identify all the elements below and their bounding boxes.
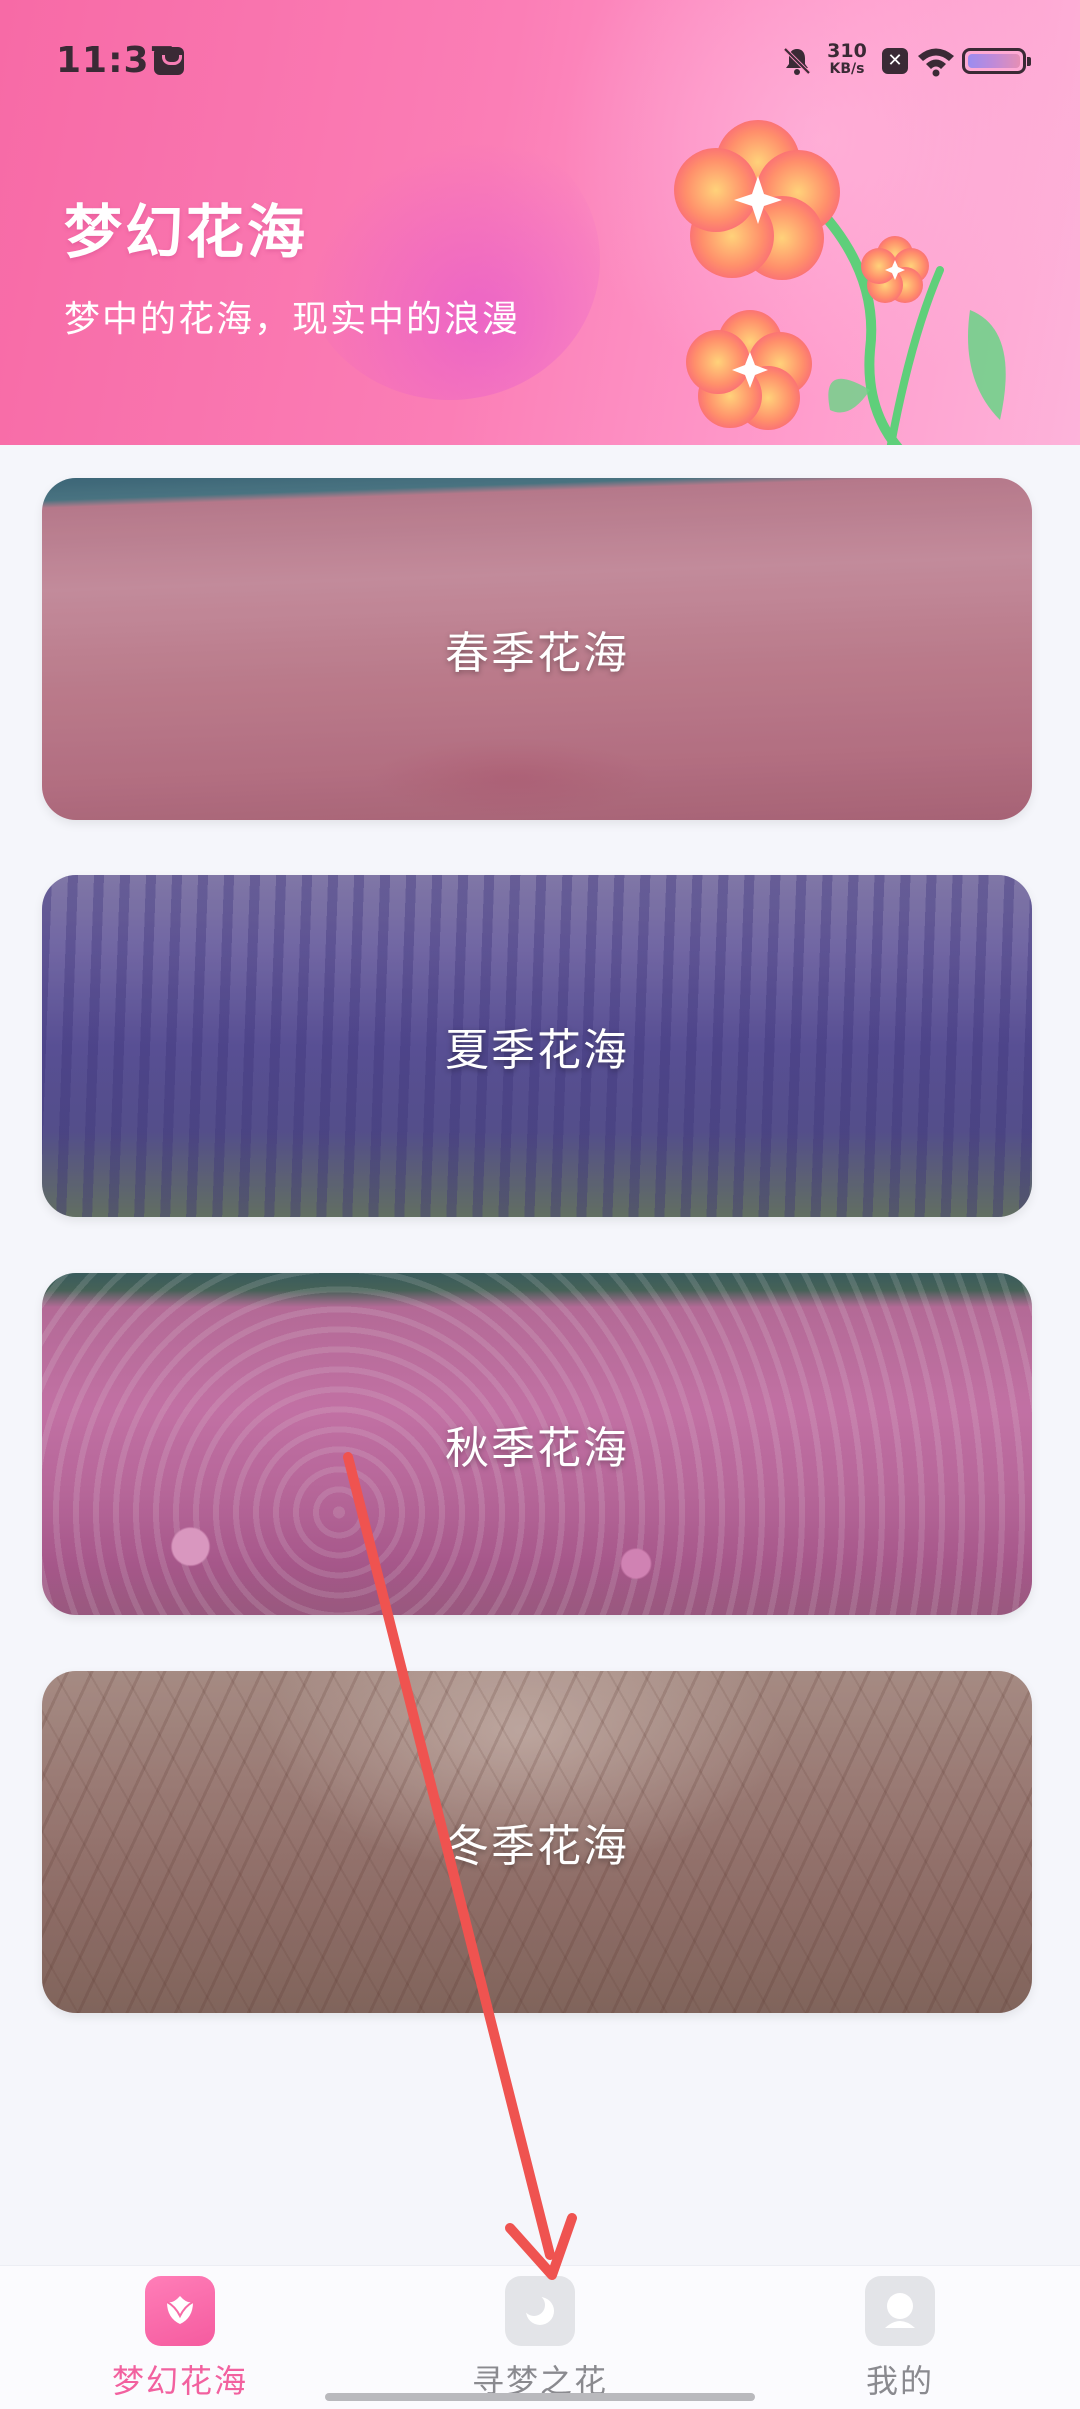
nav-label: 我的 (865, 2362, 934, 2400)
flower-illustration (674, 120, 1006, 445)
mute-icon (783, 47, 811, 75)
nav-item-mine[interactable]: 我的 (720, 2266, 1080, 2409)
flower-icon (145, 2276, 215, 2346)
bottom-navigation: 梦幻花海 寻梦之花 我的 (0, 2265, 1080, 2409)
card-summer-flower-sea[interactable]: 夏季花海 (42, 875, 1032, 1217)
moon-icon (505, 2276, 575, 2346)
wifi-icon (918, 48, 954, 77)
page-title: 梦幻花海 (64, 198, 309, 266)
card-winter-flower-sea[interactable]: 冬季花海 (42, 1671, 1032, 2013)
card-label: 秋季花海 (445, 1423, 629, 1474)
network-speed-unit: KB/s (829, 61, 865, 77)
network-speed-value: 310 (827, 40, 867, 62)
nav-item-seek-dream-flower[interactable]: 寻梦之花 (360, 2266, 720, 2409)
card-autumn-flower-sea[interactable]: 秋季花海 (42, 1273, 1032, 1615)
network-speed: 310 KB/s (822, 42, 872, 78)
nav-item-dream-flower-sea[interactable]: 梦幻花海 (0, 2266, 360, 2409)
app-notification-icon (154, 47, 184, 75)
card-label: 春季花海 (445, 628, 629, 679)
card-label: 夏季花海 (445, 1025, 629, 1076)
header-glow-accent (300, 120, 600, 400)
battery-icon (962, 48, 1031, 74)
card-spring-flower-sea[interactable]: 春季花海 (42, 478, 1032, 820)
page-subtitle: 梦中的花海，现实中的浪漫 (64, 299, 521, 340)
header-banner: 11:37 310 KB/s ✕ 梦幻花海 梦中的花海，现实中的浪漫 (0, 0, 1080, 445)
card-label: 冬季花海 (445, 1821, 629, 1872)
profile-icon (865, 2276, 935, 2346)
close-box-icon: ✕ (882, 48, 908, 74)
home-indicator[interactable] (325, 2393, 755, 2401)
nav-label: 梦幻花海 (111, 2362, 248, 2400)
battery-level (968, 54, 1021, 68)
